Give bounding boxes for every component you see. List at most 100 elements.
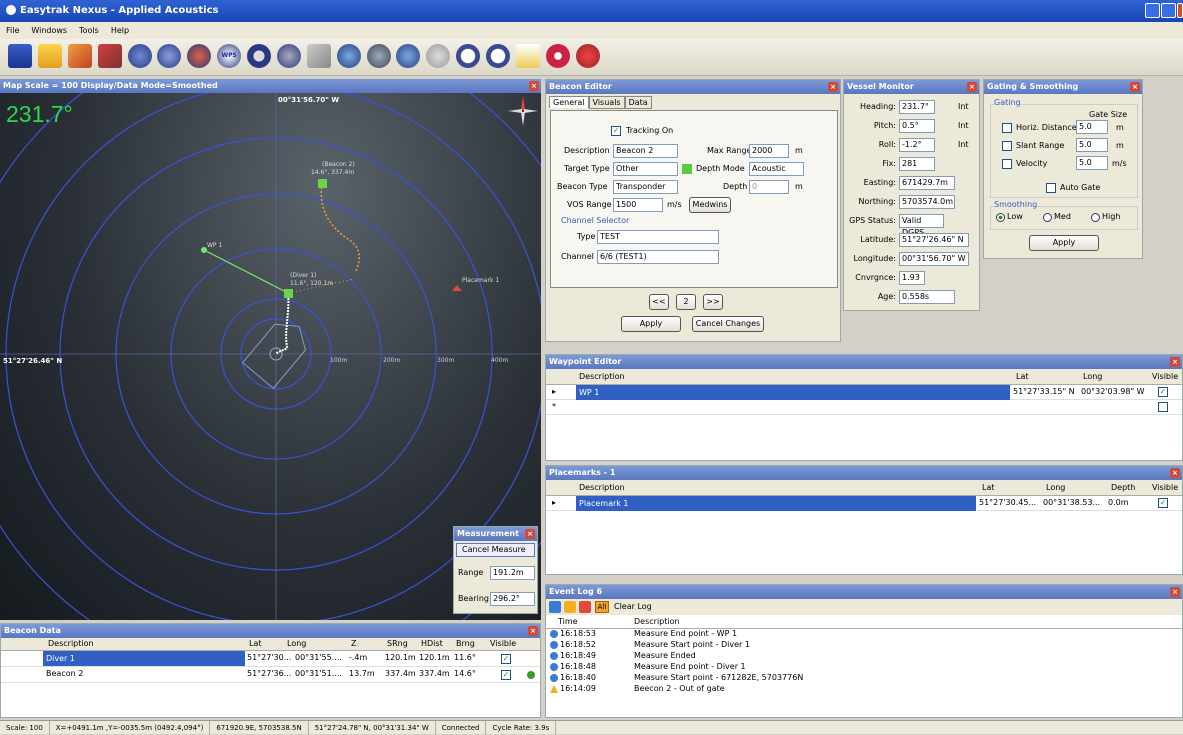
- world2-icon[interactable]: [396, 44, 421, 68]
- waypoint-desc[interactable]: WP 1: [576, 385, 1010, 400]
- grey-globe-icon[interactable]: [426, 44, 451, 68]
- event-log-toolbar: All Clear Log: [546, 599, 1182, 615]
- placemarks-close-icon[interactable]: ×: [1170, 468, 1180, 478]
- globe-icon[interactable]: [336, 44, 361, 68]
- warning-filter-icon[interactable]: [564, 601, 576, 613]
- list-item[interactable]: 16:18:40 Measure Start point - 671282E, 5…: [546, 673, 1182, 684]
- cancel-measure-button[interactable]: Cancel Measure: [456, 543, 535, 557]
- latitude-value: 51°27'26.46" N: [899, 233, 969, 247]
- vessel-monitor-close-icon[interactable]: ×: [967, 82, 977, 92]
- placemark-desc[interactable]: Placemark 1: [576, 496, 976, 511]
- beacon-visible-checkbox[interactable]: ✓: [501, 654, 511, 664]
- beacon-desc[interactable]: Diver 1: [43, 651, 245, 666]
- auto-gate-checkbox[interactable]: [1046, 183, 1056, 193]
- beacon-editor-close-icon[interactable]: ×: [828, 82, 838, 92]
- clear-log-button[interactable]: Clear Log: [614, 600, 652, 614]
- list-item[interactable]: 16:14:09 Beecon 2 - Out of gate: [546, 684, 1182, 695]
- save-icon[interactable]: [8, 44, 32, 68]
- maximize-button[interactable]: [1161, 3, 1176, 18]
- beacon-data-title: Beacon Data: [4, 626, 61, 635]
- new-row-visible-checkbox[interactable]: [1158, 402, 1168, 412]
- max-range-input[interactable]: 2000: [749, 144, 789, 158]
- compass-icon[interactable]: [157, 44, 182, 68]
- gauge-icon[interactable]: [187, 44, 212, 68]
- horiz-distance-input[interactable]: 5.0: [1076, 120, 1108, 134]
- type-select[interactable]: TEST: [597, 230, 719, 244]
- list-item[interactable]: 16:18:48 Measure End point - Diver 1: [546, 662, 1182, 673]
- waypoint-visible-checkbox[interactable]: ✓: [1158, 387, 1168, 397]
- error-filter-icon[interactable]: [579, 601, 591, 613]
- menu-tools[interactable]: Tools: [79, 26, 99, 35]
- list-item[interactable]: 16:18:53 Measure End point - WP 1: [546, 629, 1182, 640]
- table-row[interactable]: Beacon 2 51°27'36... 00°31'51.... 13.7m …: [1, 667, 540, 683]
- vos-range-input[interactable]: 1500: [613, 198, 663, 212]
- zoom-in-icon[interactable]: [456, 44, 481, 68]
- menu-help[interactable]: Help: [111, 26, 129, 35]
- list-item[interactable]: 16:18:49 Measure Ended: [546, 651, 1182, 662]
- beacon-visible-checkbox[interactable]: ✓: [501, 670, 511, 680]
- slant-range-checkbox[interactable]: [1002, 141, 1012, 151]
- depth-input[interactable]: 0: [749, 180, 789, 194]
- list-item[interactable]: 16:18:52 Measure Start point - Diver 1: [546, 640, 1182, 651]
- horiz-distance-checkbox[interactable]: [1002, 123, 1012, 133]
- low-radio[interactable]: [996, 213, 1005, 222]
- pencil-icon[interactable]: [306, 44, 331, 68]
- beacon-data-close-icon[interactable]: ×: [528, 626, 538, 636]
- col-lat: Lat: [249, 639, 262, 648]
- tab-general[interactable]: General: [549, 96, 589, 108]
- waypoint-close-icon[interactable]: ×: [1170, 357, 1180, 367]
- open-icon[interactable]: [37, 44, 62, 68]
- cancel-changes-button[interactable]: Cancel Changes: [692, 316, 764, 332]
- vessel-shape: [241, 323, 307, 390]
- medwins-button[interactable]: Medwins: [689, 197, 731, 213]
- gating-close-icon[interactable]: ×: [1130, 82, 1140, 92]
- channel-select[interactable]: 6/6 (TEST1): [597, 250, 719, 264]
- description-input[interactable]: Beacon 2: [613, 144, 678, 158]
- ring-icon[interactable]: [247, 44, 271, 68]
- event-log-close-icon[interactable]: ×: [1170, 587, 1180, 597]
- table-row[interactable]: Diver 1 51°27'30... 00°31'55.... -.4m 12…: [1, 651, 540, 667]
- wps-icon[interactable]: WPS: [217, 44, 242, 68]
- ruler-icon[interactable]: [515, 44, 540, 68]
- depth-mode-select[interactable]: Acoustic: [749, 162, 804, 176]
- velocity-checkbox[interactable]: [1002, 159, 1012, 169]
- prev-beacon-button[interactable]: <<: [649, 294, 669, 310]
- target-type-select[interactable]: Other: [613, 162, 678, 176]
- beacon-desc[interactable]: Beacon 2: [46, 667, 83, 681]
- pause-icon[interactable]: [545, 44, 570, 68]
- pen-icon[interactable]: [67, 44, 92, 68]
- status-scale: Scale: 100: [0, 721, 50, 735]
- wrench-icon[interactable]: [97, 44, 122, 68]
- apply-button[interactable]: Apply: [621, 316, 681, 332]
- beacon2-info: 14.6°, 337.4m: [311, 169, 355, 176]
- tracking-checkbox[interactable]: ✓: [611, 126, 621, 136]
- all-filter-button[interactable]: All: [595, 601, 609, 613]
- slant-range-input[interactable]: 5.0: [1076, 138, 1108, 152]
- measurement-close-icon[interactable]: ×: [525, 529, 535, 539]
- menu-windows[interactable]: Windows: [31, 26, 67, 35]
- gating-apply-button[interactable]: Apply: [1029, 235, 1099, 251]
- placemark-visible-checkbox[interactable]: ✓: [1158, 498, 1168, 508]
- velocity-input[interactable]: 5.0: [1076, 156, 1108, 170]
- table-row[interactable]: ▸ WP 1 51°27'33.15" N 00°32'03.98" W ✓: [546, 385, 1182, 400]
- new-row[interactable]: *: [546, 400, 1182, 415]
- stop-icon[interactable]: [575, 44, 600, 68]
- map-close-icon[interactable]: ×: [529, 81, 539, 91]
- minimize-button[interactable]: [1145, 3, 1160, 18]
- fix-value: 281: [899, 157, 935, 171]
- info-filter-icon[interactable]: [549, 601, 561, 613]
- tab-data[interactable]: Data: [624, 96, 652, 109]
- beacon-type-select[interactable]: Transponder: [613, 180, 678, 194]
- close-button[interactable]: [1177, 3, 1183, 18]
- next-beacon-button[interactable]: >>: [703, 294, 723, 310]
- zoom-out-icon[interactable]: [486, 44, 510, 68]
- menu-file[interactable]: File: [6, 26, 19, 35]
- circle-icon[interactable]: [127, 44, 152, 68]
- high-radio[interactable]: [1091, 213, 1100, 222]
- med-radio[interactable]: [1043, 213, 1052, 222]
- tab-visuals[interactable]: Visuals: [588, 96, 625, 109]
- world-icon[interactable]: [366, 44, 391, 68]
- satellite-icon[interactable]: [276, 44, 301, 68]
- measurement-title: Measurement: [457, 529, 519, 538]
- table-row[interactable]: ▸ Placemark 1 51°27'30.45... 00°31'38.53…: [546, 496, 1182, 511]
